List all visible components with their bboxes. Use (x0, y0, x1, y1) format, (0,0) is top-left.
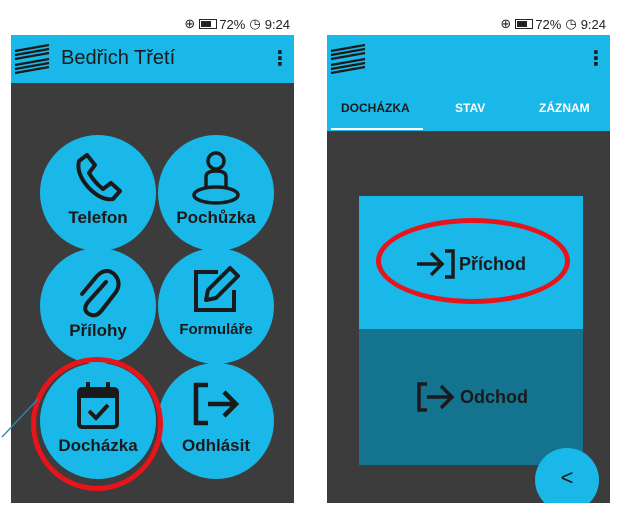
home-screen: ⊕ 72% ◷ 9:24 Bedřich Třetí ⋮ Telefon Poch… (11, 13, 294, 503)
edit-icon (194, 266, 240, 312)
logo-icon (330, 43, 366, 75)
battery-level: 72% (219, 16, 246, 32)
tab-bar: DOCHÁZKA STAV ZÁZNAM (327, 83, 610, 131)
phone-icon (76, 153, 122, 202)
status-bar: ⊕ 72% ◷ 9:24 (327, 13, 610, 35)
clock-icon: ◷ (565, 16, 577, 31)
paperclip-icon (80, 269, 121, 318)
more-vert-icon[interactable]: ⋮ (586, 45, 606, 73)
chevron-left-icon: < (560, 465, 574, 490)
status-bar: ⊕ 72% ◷ 9:24 (11, 13, 294, 35)
back-button[interactable]: < (535, 448, 599, 503)
data-saver-icon: ⊕ (184, 16, 196, 31)
odhlasit-button[interactable]: Odhlásit (158, 363, 274, 479)
app-bar: Bedřich Třetí ⋮ (11, 35, 294, 83)
odhlasit-label: Odhlásit (181, 436, 250, 455)
status-time: 9:24 (264, 16, 290, 32)
app-bar: ⋮ (327, 35, 610, 83)
active-tab-indicator (331, 128, 423, 130)
app-title: Bedřich Třetí (61, 47, 176, 69)
highlight-ring (376, 218, 570, 304)
formulare-button[interactable]: Formuláře (158, 248, 274, 364)
logout-icon (193, 382, 240, 426)
person-location-icon (192, 151, 240, 205)
attendance-screen: ⊕ 72% ◷ 9:24 ⋮ DOCHÁZKA STAV ZÁZNAM Přích… (327, 13, 610, 503)
check-out-button[interactable]: Odchod (359, 329, 583, 465)
battery-icon (515, 19, 534, 29)
battery-icon (199, 19, 218, 29)
pointer-arrow (1, 398, 39, 438)
highlight-ring (31, 357, 163, 491)
check-out-label: Odchod (460, 387, 528, 407)
clock-icon: ◷ (249, 16, 261, 31)
status-time: 9:24 (580, 16, 606, 32)
logout-icon (417, 382, 455, 412)
telefon-button[interactable]: Telefon (40, 135, 156, 251)
more-vert-icon[interactable]: ⋮ (270, 45, 290, 73)
pochuzka-label: Pochůzka (176, 208, 256, 227)
formulare-label: Formuláře (179, 321, 253, 338)
pochuzka-button[interactable]: Pochůzka (158, 135, 274, 251)
tab-stav[interactable]: STAV (455, 101, 485, 115)
telefon-label: Telefon (68, 208, 128, 227)
logo-icon (14, 43, 50, 75)
tab-zaznam[interactable]: ZÁZNAM (539, 101, 590, 115)
tab-dochazka[interactable]: DOCHÁZKA (341, 101, 410, 115)
battery-level: 72% (535, 16, 562, 32)
prilohy-button[interactable]: Přílohy (40, 248, 156, 364)
prilohy-label: Přílohy (69, 321, 127, 340)
data-saver-icon: ⊕ (500, 16, 512, 31)
